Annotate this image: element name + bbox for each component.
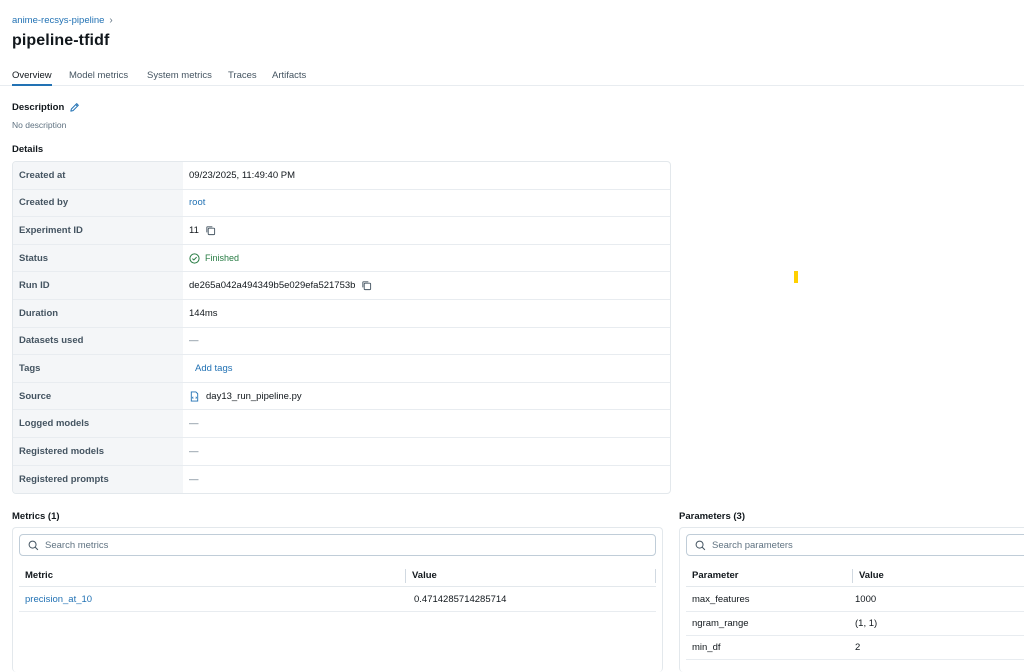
- details-row-created-at: Created at 09/23/2025, 11:49:40 PM: [13, 162, 670, 190]
- details-key: Registered models: [13, 437, 183, 465]
- parameter-value: 1000: [855, 594, 877, 605]
- copy-icon[interactable]: [205, 225, 216, 236]
- details-row-datasets-used: Datasets used —: [13, 327, 670, 356]
- datasets-used-value: —: [189, 335, 199, 347]
- description-value: No description: [12, 120, 67, 130]
- check-circle-icon: [189, 252, 200, 264]
- details-row-duration: Duration 144ms: [13, 299, 670, 328]
- parameters-heading: Parameters (3): [679, 511, 746, 522]
- details-row-logged-models: Logged models —: [13, 410, 670, 438]
- parameter-name: min_df: [692, 642, 721, 653]
- metrics-table-header: Metric Value: [19, 565, 656, 587]
- duration-value: 144ms: [189, 307, 218, 319]
- parameter-value: (1, 1): [855, 618, 878, 629]
- registered-prompts-value: —: [189, 473, 199, 485]
- details-row-run-id: Run ID de265a042a494349b5e029efa521753b: [13, 272, 670, 300]
- description-label: Description: [12, 102, 65, 113]
- parameter-name: ngram_range: [692, 618, 749, 629]
- details-key: Duration: [13, 299, 183, 327]
- description-heading: Description: [12, 102, 80, 113]
- details-row-registered-models: Registered models —: [13, 437, 670, 466]
- pencil-icon[interactable]: [69, 102, 80, 113]
- details-key: Logged models: [13, 410, 183, 437]
- tab-model-metrics[interactable]: Model metrics: [69, 70, 128, 86]
- details-key: Created by: [13, 189, 183, 217]
- details-row-created-by: Created by root: [13, 189, 670, 218]
- details-table: Created at 09/23/2025, 11:49:40 PM Creat…: [12, 161, 671, 495]
- created-by-link[interactable]: root: [189, 197, 205, 208]
- add-tags-button[interactable]: Add tags: [195, 363, 233, 374]
- highlight-marker: [794, 271, 798, 283]
- tab-artifacts[interactable]: Artifacts: [272, 70, 306, 86]
- breadcrumb-experiment-link[interactable]: anime-recsys-pipeline: [12, 15, 104, 26]
- metrics-row: precision_at_10 0.4714285714285714: [19, 588, 656, 612]
- source-link[interactable]: day13_run_pipeline.py: [206, 391, 302, 402]
- file-code-icon: [190, 391, 199, 402]
- parameters-column-value[interactable]: Value: [853, 570, 1024, 581]
- details-key: Source: [13, 382, 183, 410]
- metric-value: 0.4714285714285714: [414, 594, 507, 605]
- parameters-search: [686, 534, 1024, 556]
- parameter-value: 2: [855, 642, 861, 653]
- parameters-row: min_df 2: [686, 636, 1024, 660]
- details-row-status: Status Finished: [13, 244, 670, 273]
- details-row-source: Source day13_run_pipeline.py: [13, 382, 670, 411]
- experiment-id-value: 11: [189, 224, 199, 236]
- parameters-column-parameter[interactable]: Parameter: [686, 570, 852, 581]
- run-id-value: de265a042a494349b5e029efa521753b: [189, 280, 356, 292]
- chevron-right-icon: ›: [109, 15, 113, 26]
- registered-models-value: —: [189, 445, 199, 457]
- details-key: Experiment ID: [13, 217, 183, 244]
- details-key: Run ID: [13, 272, 183, 299]
- parameters-row: max_features 1000: [686, 588, 1024, 612]
- search-icon: [28, 540, 39, 550]
- metrics-column-metric[interactable]: Metric: [19, 570, 405, 581]
- details-key: Tags: [13, 355, 183, 382]
- details-row-experiment-id: Experiment ID 11: [13, 217, 670, 245]
- metrics-search: [19, 534, 656, 556]
- tab-traces[interactable]: Traces: [228, 70, 257, 86]
- logged-models-value: —: [189, 418, 199, 430]
- status-badge: Finished: [189, 252, 240, 264]
- search-icon: [695, 540, 706, 550]
- details-key: Created at: [13, 162, 183, 189]
- copy-icon[interactable]: [361, 280, 372, 291]
- page-title: pipeline-tfidf: [12, 32, 110, 49]
- metrics-search-input[interactable]: [45, 539, 610, 551]
- metric-name-link[interactable]: precision_at_10: [19, 594, 408, 605]
- tab-bar: Overview Model metrics System metrics Tr…: [0, 66, 1024, 86]
- tab-overview[interactable]: Overview: [12, 70, 52, 86]
- details-key: Registered prompts: [13, 465, 183, 494]
- details-heading: Details: [12, 144, 44, 155]
- created-at-value: 09/23/2025, 11:49:40 PM: [189, 169, 295, 181]
- details-row-registered-prompts: Registered prompts —: [13, 465, 670, 494]
- metrics-heading: Metrics (1): [12, 511, 60, 522]
- details-row-tags: Tags Add tags: [13, 355, 670, 383]
- parameters-search-input[interactable]: [712, 539, 1018, 551]
- details-key: Datasets used: [13, 327, 183, 355]
- status-label: Finished: [205, 253, 240, 264]
- parameters-table-header: Parameter Value: [686, 565, 1024, 587]
- parameter-name: max_features: [692, 594, 750, 605]
- metrics-column-value[interactable]: Value: [406, 570, 655, 581]
- details-key: Status: [13, 244, 183, 272]
- column-divider[interactable]: [655, 568, 656, 583]
- tab-system-metrics[interactable]: System metrics: [147, 70, 212, 86]
- parameters-row: ngram_range (1, 1): [686, 612, 1024, 636]
- breadcrumb: anime-recsys-pipeline ›: [12, 15, 113, 26]
